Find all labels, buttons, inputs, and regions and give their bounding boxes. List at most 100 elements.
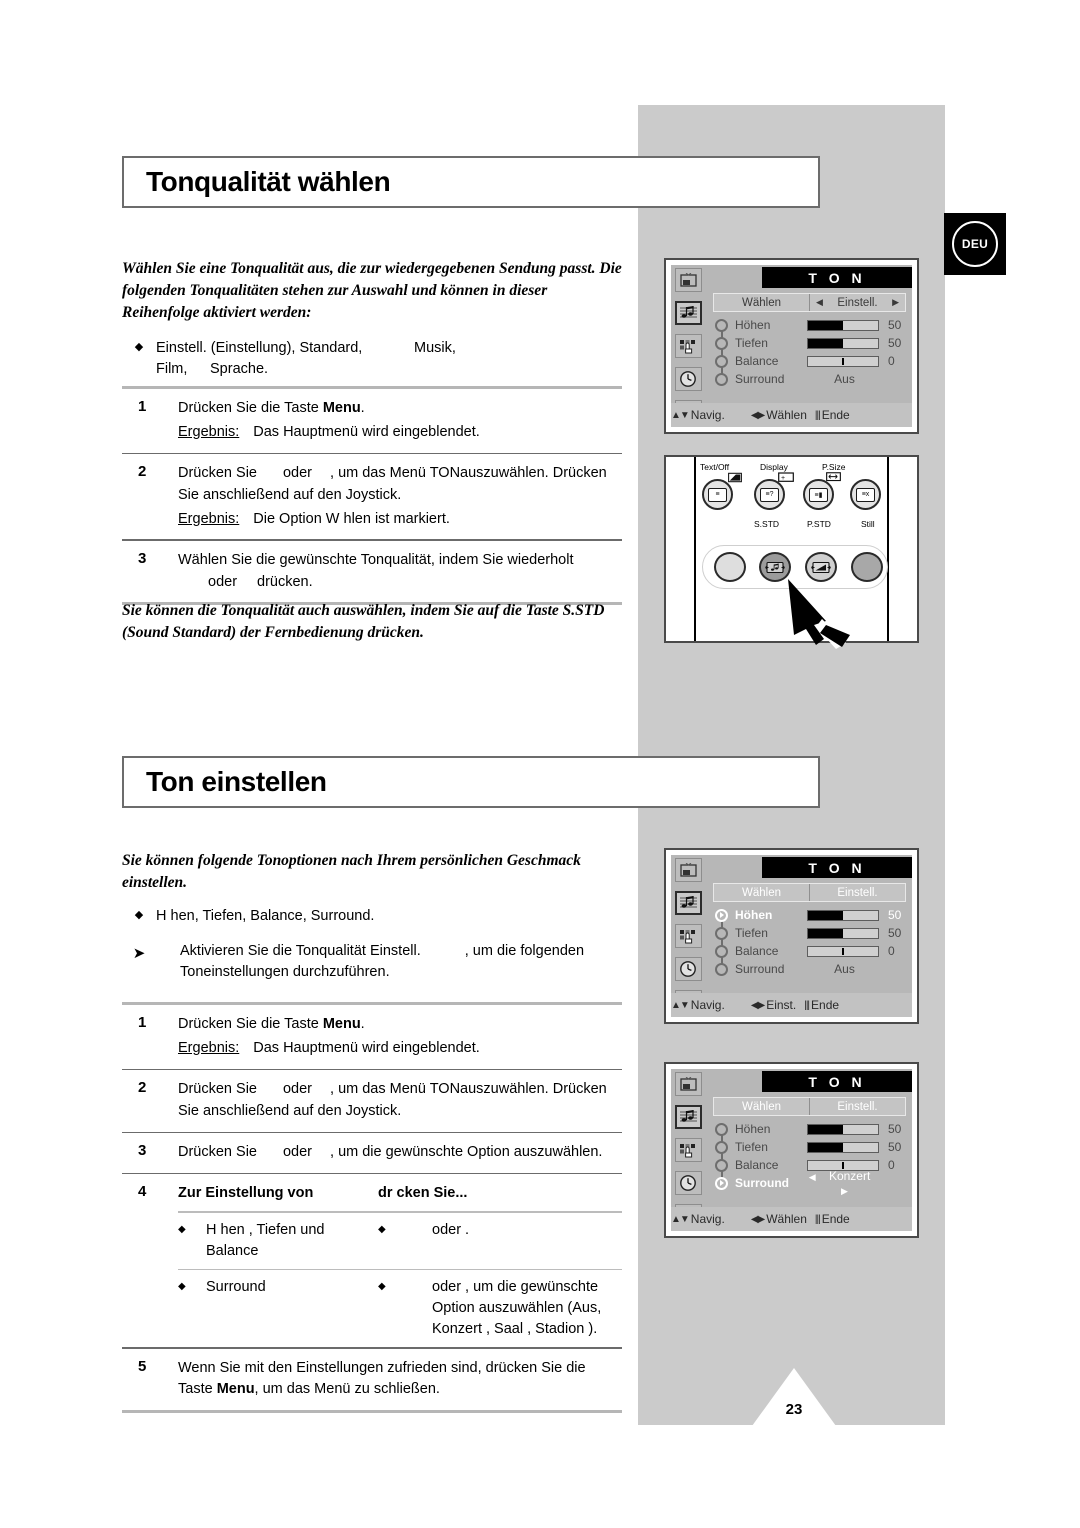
- step-row: 4 Zur Einstellung von dr cken Sie...: [122, 1174, 622, 1211]
- step-text-end: , um die gewünschte Option auszuwählen.: [330, 1144, 603, 1160]
- result-text: Das Hauptmenü wird eingeblendet.: [253, 423, 480, 440]
- slider-hoehen[interactable]: [807, 1123, 879, 1135]
- radio-knob-icon: [715, 926, 728, 940]
- osd-row-hoehen[interactable]: Höhen 50: [715, 1120, 908, 1138]
- osd-tab-einstell[interactable]: Einstell.: [809, 884, 905, 901]
- bullet-diamond-icon: ◆: [134, 341, 144, 353]
- section2-bullet: ◆ H hen, Tiefen, Balance, Surround.: [122, 906, 622, 927]
- osd-tab-bar[interactable]: Wählen Einstell.: [713, 883, 906, 902]
- menu-bars-icon: |||: [814, 409, 821, 421]
- result-label: Ergebnis:: [178, 510, 240, 527]
- chevron-left-icon[interactable]: ◀: [809, 1172, 816, 1182]
- osd-tab-bar[interactable]: Wählen ◀ Einstell. ▶: [713, 293, 906, 312]
- table-header-col1: Zur Einstellung von: [178, 1185, 314, 1202]
- osd-row-label: Tiefen: [735, 336, 768, 350]
- osd-row-surround[interactable]: Surround Aus: [715, 960, 908, 978]
- osd-row-value: 0: [888, 944, 895, 958]
- section2-intro: Sie können folgende Tonoptionen nach Ihr…: [122, 850, 622, 983]
- picture-size-icon: ≡▮: [809, 487, 828, 502]
- step-row: 1 Drücken Sie die Taste Menu. Ergebnis: D…: [122, 1005, 622, 1069]
- osd-title: T O N: [762, 857, 912, 878]
- slider-tiefen[interactable]: [807, 927, 879, 939]
- osd-tab-einstell[interactable]: Einstell.: [809, 1098, 905, 1115]
- slider-hoehen[interactable]: [807, 909, 879, 921]
- slider-balance[interactable]: [807, 945, 879, 957]
- osd-screenshot-1: T O N Wählen ◀ Einstell. ▶ Höhen 50 Tief…: [664, 258, 919, 434]
- section1-bullet-line2a: Film,: [156, 361, 188, 378]
- display-glyph-icon: +: [778, 471, 794, 482]
- remote-button-unlabeled[interactable]: [714, 552, 746, 582]
- step-key-menu: Menu: [216, 1381, 255, 1398]
- section-title-box-1: Tonqualität wählen: [122, 156, 820, 208]
- clock-icon: [674, 1171, 702, 1195]
- remote-button-exit[interactable]: ≡x: [850, 479, 881, 510]
- osd-row-balance[interactable]: Balance 0: [715, 942, 908, 960]
- display-question-icon: ≡?: [760, 487, 779, 502]
- slider-tiefen[interactable]: [807, 1141, 879, 1153]
- radio-knob-icon: [715, 1140, 728, 1154]
- step-row: 2 Drücken Sie oder, um das Menü TONauszuw…: [122, 454, 622, 539]
- osd-screenshot-3: T O N Wählen Einstell. Höhen 50 Tiefen 5…: [664, 1062, 919, 1238]
- osd-row-value: Konzert: [828, 1169, 871, 1183]
- osd-row-tiefen[interactable]: Tiefen 50: [715, 924, 908, 942]
- osd-row-value-group[interactable]: ◀ Konzert ▶: [807, 1169, 882, 1197]
- remote-button-p-size[interactable]: ≡▮: [803, 479, 834, 510]
- leftright-arrows-icon: ◀▶: [750, 999, 765, 1011]
- osd-row-value: 50: [888, 926, 902, 940]
- step-number: 1: [138, 398, 147, 415]
- step-number: 3: [138, 549, 147, 567]
- osd-row-hoehen[interactable]: Höhen 50: [715, 316, 908, 334]
- osd-tab-einstell[interactable]: ◀ Einstell. ▶: [809, 294, 905, 311]
- osd-row-surround[interactable]: Surround Aus: [715, 370, 908, 388]
- osd-row-value: Aus: [834, 372, 855, 386]
- section1-bullet-line1b: Musik,: [414, 340, 456, 356]
- chevron-right-icon[interactable]: ▶: [892, 297, 899, 308]
- step-text: Drücken Sie: [178, 1144, 257, 1160]
- osd-row-tiefen[interactable]: Tiefen 50: [715, 334, 908, 352]
- radio-knob-icon: [715, 962, 728, 976]
- osd-settings-list: Höhen 50 Tiefen 50 Balance 0: [715, 906, 908, 978]
- result-text: Das Hauptmenü wird eingeblendet.: [253, 1039, 480, 1056]
- table-cell-action: oder .: [432, 1221, 470, 1238]
- slider-tiefen[interactable]: [807, 337, 879, 349]
- osd-tab-bar[interactable]: Wählen Einstell.: [713, 1097, 906, 1116]
- slider-balance[interactable]: [807, 355, 879, 367]
- feature-hand-icon: [674, 924, 702, 948]
- p-size-glyph-icon: [826, 471, 841, 482]
- osd-footer-nav: Navig.: [690, 1212, 725, 1226]
- slider-hoehen[interactable]: [807, 319, 879, 331]
- osd-row-balance[interactable]: Balance 0: [715, 352, 908, 370]
- step-text-end: .: [360, 1016, 365, 1032]
- result-label: Ergebnis:: [178, 1039, 240, 1056]
- step-text-end: .: [360, 400, 365, 416]
- table-row: ◆ Surround ◆ oder , um die gewünschte Op…: [122, 1270, 622, 1347]
- osd-row-label: Höhen: [735, 908, 773, 922]
- tv-picture-icon: [674, 268, 702, 292]
- menu-bars-icon: |||: [804, 999, 810, 1011]
- step-text-end: drücken.: [257, 573, 313, 590]
- bullet-diamond-icon: ◆: [178, 1223, 186, 1235]
- osd-screenshot-2: T O N Wählen Einstell. Höhen 50 Tiefen 5…: [664, 848, 919, 1024]
- osd-row-label: Balance: [735, 1158, 779, 1172]
- remote-button-text-off[interactable]: ≡: [702, 479, 733, 510]
- arrow-marker-icon: ➤: [132, 945, 146, 963]
- clock-icon: [674, 957, 702, 981]
- remote-button-display[interactable]: ≡?: [754, 479, 785, 510]
- osd-footer-select: Wählen: [766, 1212, 807, 1226]
- chevron-left-icon[interactable]: ◀: [816, 297, 823, 308]
- step-text-or: oder: [282, 1081, 313, 1097]
- osd-tab-waehlen[interactable]: Wählen: [714, 884, 809, 901]
- osd-row-tiefen[interactable]: Tiefen 50: [715, 1138, 908, 1156]
- step-text: Drücken Sie: [178, 1081, 257, 1097]
- bullet-diamond-icon: ◆: [134, 909, 144, 921]
- result-text: Die Option W hlen ist markiert.: [253, 510, 450, 527]
- feature-hand-icon: [674, 1138, 702, 1162]
- divider: [122, 1410, 622, 1414]
- osd-footer: ▲▼ Navig. ◀▶ Wählen ||| Ende: [671, 403, 912, 427]
- osd-row-surround[interactable]: Surround ◀ Konzert ▶: [715, 1169, 908, 1196]
- osd-row-hoehen[interactable]: Höhen 50: [715, 906, 908, 924]
- chevron-right-icon[interactable]: ▶: [841, 1186, 848, 1196]
- step-text-or: oder: [282, 1144, 313, 1160]
- osd-tab-waehlen[interactable]: Wählen: [714, 294, 809, 311]
- osd-tab-waehlen[interactable]: Wählen: [714, 1098, 809, 1115]
